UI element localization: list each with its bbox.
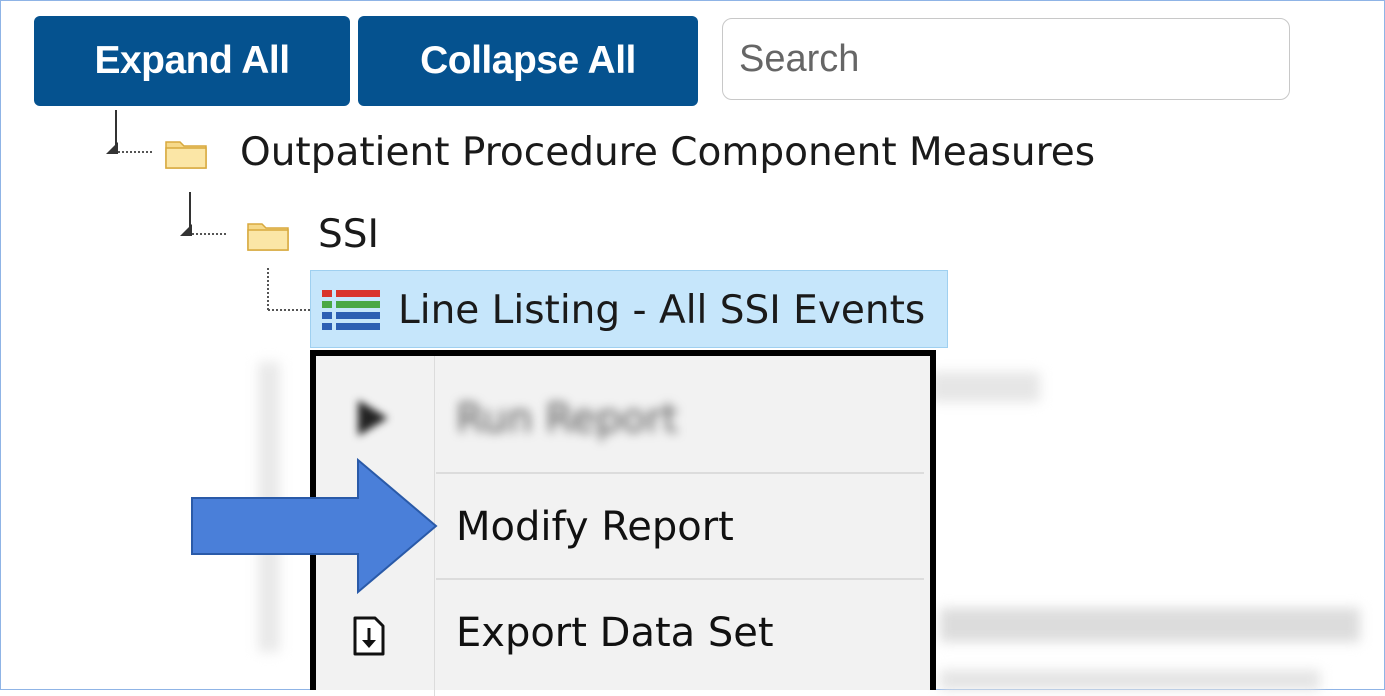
tree-node-ssi[interactable]: SSI (318, 212, 379, 257)
annotation-arrow-icon (191, 457, 438, 595)
play-icon (358, 400, 388, 436)
tree-connector-report (267, 268, 312, 311)
blurred-text (940, 608, 1360, 642)
menu-item-export-data-set-label: Export Data Set (456, 610, 774, 656)
folder-icon (247, 223, 289, 251)
tree-connector-root (106, 110, 154, 154)
tree-connector-ssi (180, 192, 228, 236)
blurred-text (930, 372, 1040, 402)
expand-all-button[interactable]: Expand All (34, 16, 350, 106)
export-icon (353, 616, 385, 656)
menu-item-run-report[interactable]: Run Report (316, 362, 930, 466)
collapse-all-button[interactable]: Collapse All (358, 16, 698, 106)
tree-node-root[interactable]: Outpatient Procedure Component Measures (240, 130, 1095, 175)
menu-item-run-report-label: Run Report (456, 396, 679, 442)
blurred-text (940, 670, 1320, 690)
tree-node-selected-label: Line Listing - All SSI Events (398, 288, 926, 333)
line-listing-icon (322, 290, 380, 330)
folder-icon (165, 141, 207, 169)
menu-item-modify-report-label: Modify Report (456, 504, 734, 550)
search-input[interactable] (722, 18, 1290, 100)
